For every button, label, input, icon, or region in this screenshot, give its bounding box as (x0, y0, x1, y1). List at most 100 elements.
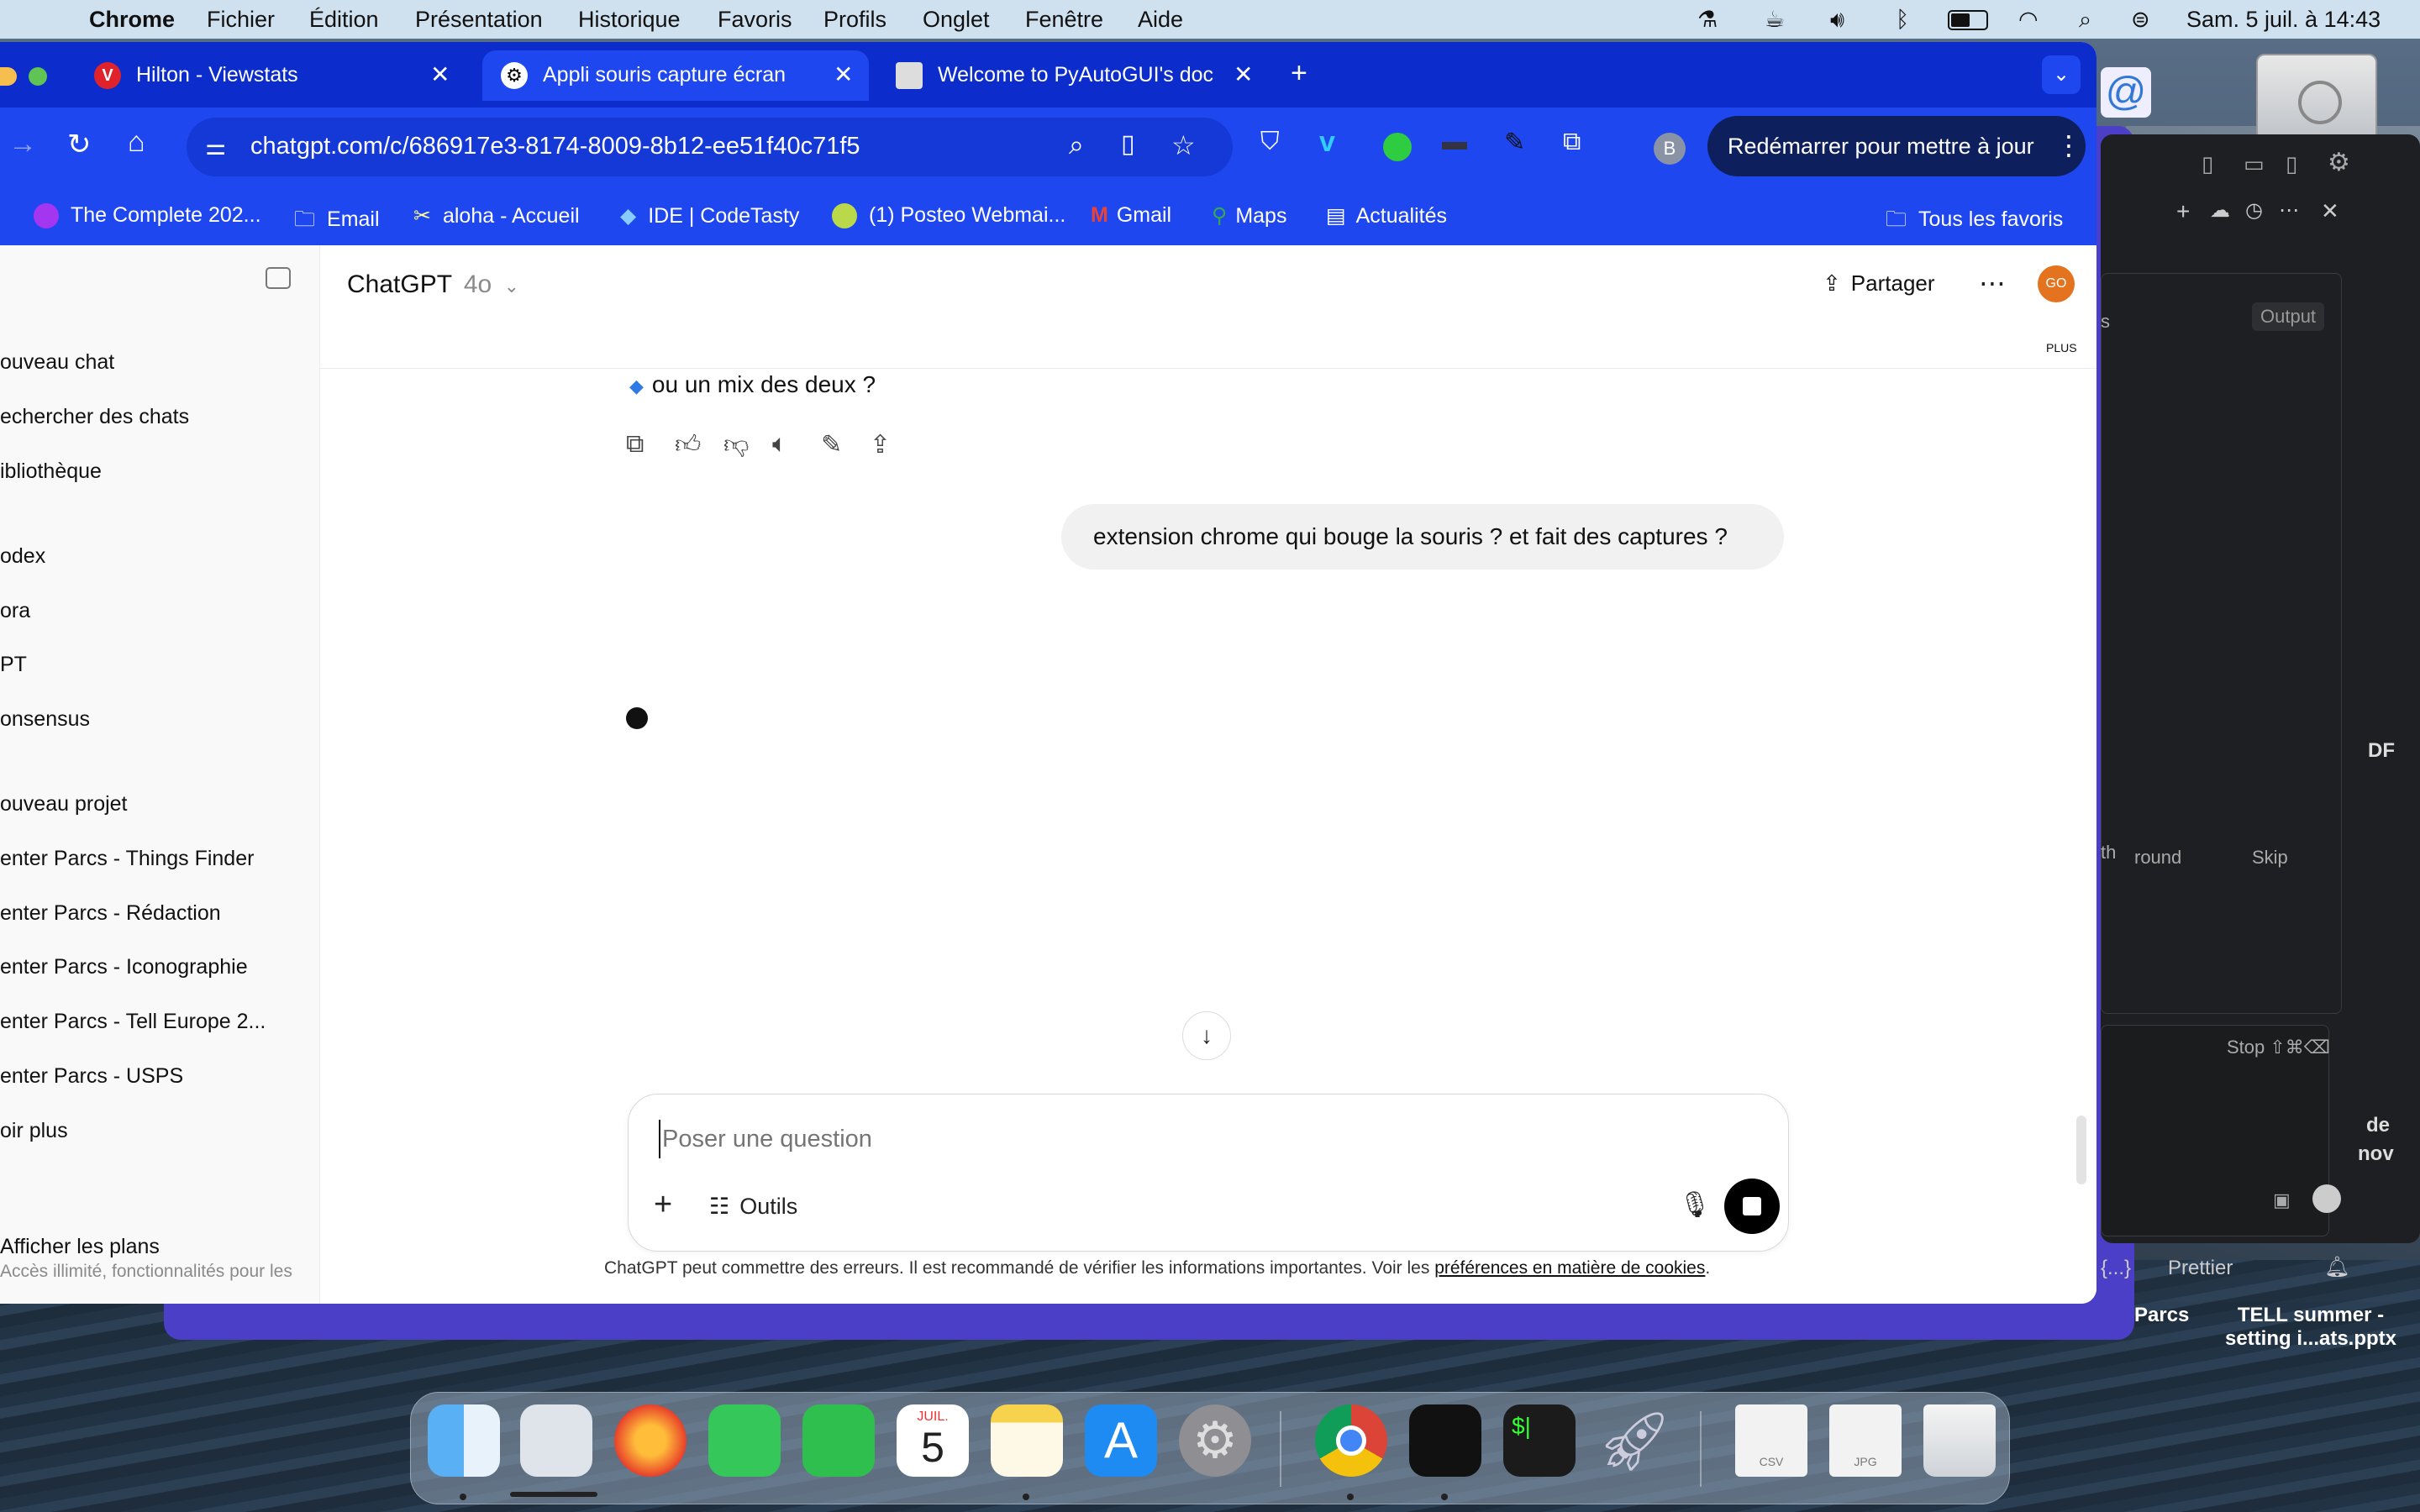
menu-historique[interactable]: Historique (578, 7, 681, 33)
window-minimize-button[interactable] (0, 67, 17, 86)
sidebar-item-sora[interactable]: ora (0, 599, 30, 623)
menu-fenetre[interactable]: Fenêtre (1025, 7, 1103, 33)
home-icon[interactable]: ⌂ (128, 126, 145, 159)
facetime-icon[interactable] (802, 1404, 875, 1477)
sidebar-project-item[interactable]: enter Parcs - Things Finder (0, 847, 254, 871)
page-icon[interactable]: ▯ (1121, 129, 1135, 159)
tab-chatgpt[interactable]: ⚙ Appli souris capture écran ✕ (482, 50, 869, 101)
cookie-preferences-link[interactable]: préférences en matière de cookies (1434, 1258, 1705, 1278)
extensions-puzzle-icon[interactable]: ⧉ (1563, 128, 1581, 156)
drive-icon[interactable] (2256, 54, 2377, 141)
copy-icon[interactable]: ⧉ (626, 430, 644, 459)
more-options-icon[interactable]: ⋯ (1979, 267, 2006, 299)
microphone-icon[interactable]: 🎙︎ (1679, 1190, 1711, 1220)
sidebar-item-gpt[interactable]: PT (0, 653, 27, 677)
stop-circle-icon[interactable] (2312, 1184, 2341, 1213)
site-info-icon[interactable]: ⚌ (205, 133, 226, 160)
kebab-menu-icon[interactable]: ⋮ (2055, 129, 2082, 161)
bookmark-item[interactable]: (1) Posteo Webmai... (832, 203, 1065, 229)
skip-button[interactable]: Skip (2252, 847, 2288, 869)
menu-edition[interactable]: Édition (309, 7, 379, 33)
sidebar-project-item[interactable]: enter Parcs - USPS (0, 1064, 183, 1089)
profile-avatar[interactable]: B (1654, 133, 1686, 165)
panel-bottom-icon[interactable]: ▭ (2244, 151, 2265, 177)
url-text[interactable]: chatgpt.com/c/686917e3-8174-8009-8b12-ee… (250, 133, 860, 160)
scrollbar-thumb[interactable] (2076, 1116, 2086, 1184)
tools-button[interactable]: ☷ Outils (709, 1194, 797, 1220)
tab-hilton[interactable]: V Hilton - Viewstats ✕ (76, 50, 462, 101)
address-bar[interactable]: ⚌ chatgpt.com/c/686917e3-8174-8009-8b12-… (187, 118, 1233, 176)
panel-right-icon[interactable]: ▯ (2286, 151, 2297, 177)
bookmark-item[interactable]: ⚲ Maps (1212, 203, 1286, 228)
edit-in-canvas-icon[interactable]: ✎ (821, 430, 842, 459)
calendar-icon[interactable]: JUIL. 5 (897, 1404, 969, 1477)
sidebar-item-search[interactable]: echercher des chats (0, 405, 189, 429)
screen-extension-icon[interactable]: ▬ (1442, 128, 1467, 156)
control-center-icon[interactable]: ⊜ (2131, 7, 2150, 33)
prompt-input[interactable] (659, 1120, 1756, 1158)
bookmark-item[interactable]: M Gmail (1091, 203, 1171, 228)
menu-app-name[interactable]: Chrome (89, 7, 175, 33)
volume-icon[interactable]: 🔊︎ (1830, 7, 1844, 34)
app-store-icon[interactable]: A (1085, 1404, 1157, 1477)
forward-icon[interactable]: → (8, 128, 37, 160)
add-icon[interactable]: + (2176, 198, 2190, 225)
battery-icon[interactable] (1948, 10, 1988, 30)
menu-presentation[interactable]: Présentation (415, 7, 543, 33)
sidebar-project-item[interactable]: enter Parcs - Rédaction (0, 901, 221, 926)
tab-pyautogui[interactable]: Welcome to PyAutoGUI's doc ✕ (877, 50, 1264, 101)
spotlight-search-icon[interactable]: ⌕ (2079, 7, 2091, 34)
menu-onglet[interactable]: Onglet (923, 7, 990, 33)
trash-icon[interactable] (1923, 1404, 1996, 1477)
image-icon[interactable]: ▣ (2273, 1189, 2291, 1211)
menu-favoris[interactable]: Favoris (718, 7, 792, 33)
finder-icon[interactable] (428, 1404, 500, 1477)
desktop-file-label[interactable]: TELL summer - setting i...ats.pptx (2210, 1304, 2412, 1351)
sidebar-project-item[interactable]: enter Parcs - Tell Europe 2... (0, 1010, 266, 1034)
prettier-button[interactable]: Prettier (2168, 1257, 2233, 1280)
model-selector[interactable]: ChatGPT 4o ⌄ (347, 270, 519, 299)
bookmark-item[interactable]: 🗀 Email (294, 203, 380, 239)
green-extension-icon[interactable] (1383, 133, 1412, 161)
update-button[interactable]: Redémarrer pour mettre à jour ⋮ (1707, 116, 2086, 176)
bitwarden-extension-icon[interactable]: ⛉ (1260, 128, 1280, 156)
plans-title[interactable]: Afficher les plans (0, 1235, 160, 1259)
thumbs-down-icon[interactable]: 👎︎ (723, 430, 749, 460)
coffee-icon[interactable]: ☕︎ (1765, 7, 1785, 33)
stop-label[interactable]: Stop ⇧⌘⌫ (2227, 1037, 2330, 1058)
menu-aide[interactable]: Aide (1138, 7, 1183, 33)
share-message-icon[interactable]: ⇪ (870, 430, 891, 459)
stop-generating-button[interactable] (1724, 1179, 1780, 1234)
csv-file-icon[interactable]: CSV (1735, 1404, 1807, 1477)
braces-label[interactable]: {...} (2101, 1257, 2131, 1280)
bluetooth-icon[interactable]: ᛒ (1896, 7, 1909, 33)
messages-icon[interactable] (708, 1404, 781, 1477)
terminal-icon[interactable]: $| (1503, 1404, 1576, 1477)
chrome-icon[interactable] (1315, 1404, 1387, 1477)
close-tab-icon[interactable]: ✕ (834, 60, 853, 88)
sidebar-project-item[interactable]: enter Parcs - Iconographie (0, 955, 248, 979)
share-button[interactable]: ⇪ Partager (1823, 270, 1935, 297)
cloud-icon[interactable]: ☁ (2210, 198, 2230, 223)
bookmark-item[interactable]: ▤ Actualités (1326, 203, 1447, 228)
history-icon[interactable]: ◷ (2245, 198, 2263, 223)
close-panel-icon[interactable]: ✕ (2321, 198, 2339, 224)
attach-plus-icon[interactable]: + (654, 1187, 672, 1223)
system-settings-icon[interactable]: ⚙ (1179, 1404, 1251, 1477)
sidebar-see-more[interactable]: oir plus (0, 1119, 68, 1143)
jpg-file-icon[interactable]: JPG (1829, 1404, 1902, 1477)
sidebar-item-consensus[interactable]: onsensus (0, 707, 90, 732)
scroll-down-button[interactable]: ↓ (1182, 1011, 1231, 1060)
bookmark-item[interactable]: ◆ IDE | CodeTasty (620, 203, 799, 228)
sidebar-item-new-project[interactable]: ouveau projet (0, 792, 128, 816)
flask-icon[interactable]: ⚗ (1697, 7, 1718, 33)
new-tab-icon[interactable]: + (1291, 57, 1307, 90)
settings-gear-icon[interactable]: ⚙ (2328, 148, 2350, 177)
sidebar-item-codex[interactable]: odex (0, 544, 45, 569)
bookmark-star-icon[interactable]: ☆ (1171, 129, 1196, 161)
firefox-icon[interactable] (614, 1404, 687, 1477)
sidebar-item-library[interactable]: ibliothèque (0, 459, 102, 484)
menu-profils[interactable]: Profils (823, 7, 886, 33)
all-bookmarks-button[interactable]: 🗀 Tous les favoris (1886, 203, 2063, 239)
sidebar-toggle-icon[interactable] (266, 267, 291, 289)
